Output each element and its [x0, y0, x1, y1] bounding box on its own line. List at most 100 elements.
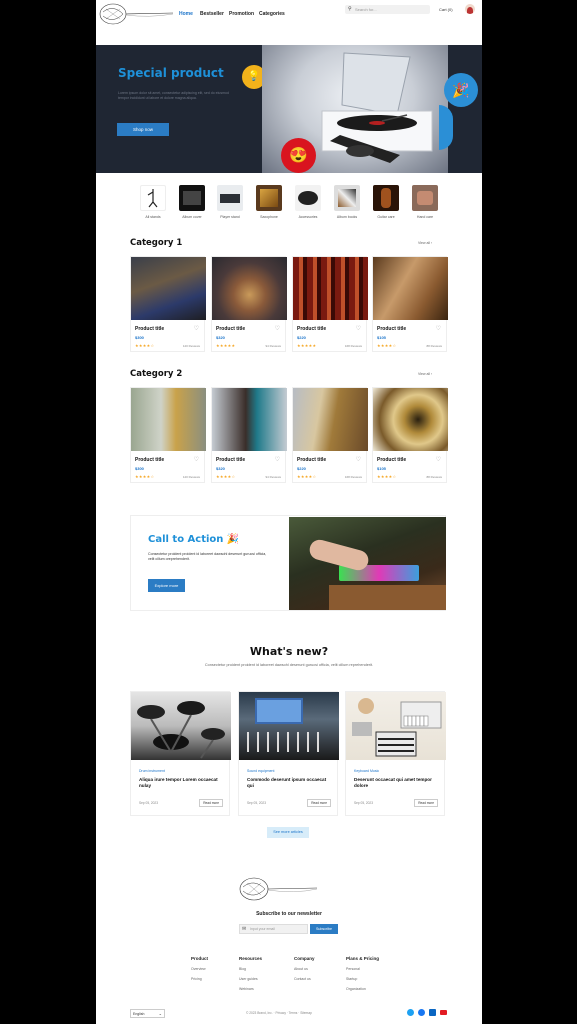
newsletter-email-field[interactable]: ✉ Input your email — [239, 924, 308, 934]
article-date: Sep 05, 2023 — [139, 801, 158, 805]
product-title[interactable]: Product title — [135, 326, 164, 332]
article-title[interactable]: Commodo deserunt ipsum occaecat qui — [247, 777, 332, 789]
nav-home[interactable]: Home — [179, 11, 193, 17]
cta-image — [289, 517, 446, 610]
footer-logo[interactable] — [239, 875, 319, 903]
linkedin-icon[interactable] — [429, 1009, 436, 1016]
rating-stars: ★★★★☆ — [297, 474, 317, 479]
product-title[interactable]: Product title — [377, 457, 406, 463]
rating-stars: ★★★★★ — [297, 343, 317, 348]
shop-now-button[interactable]: Shop now — [117, 123, 169, 136]
category-thumb[interactable] — [412, 185, 438, 211]
footer-link[interactable]: Organization — [346, 987, 379, 991]
footer-link[interactable]: Startup — [346, 977, 379, 981]
youtube-icon[interactable] — [440, 1010, 447, 1015]
heart-icon[interactable]: ♡ — [275, 456, 280, 463]
category-label[interactable]: All stands — [135, 215, 171, 219]
category-label[interactable]: Album cover — [174, 215, 210, 219]
cart-link[interactable]: Cart (0) — [439, 7, 453, 12]
heart-icon[interactable]: ♡ — [356, 456, 361, 463]
product-title[interactable]: Product title — [377, 326, 406, 332]
product-title[interactable]: Product title — [135, 457, 164, 463]
article-tag[interactable]: Keyboard Music — [354, 769, 379, 773]
footer-link[interactable]: Contact us — [294, 977, 315, 981]
article-tag[interactable]: Sound equipment — [247, 769, 274, 773]
category-thumb[interactable] — [179, 185, 205, 211]
product-card[interactable]: Product title ♡ $220 ★★★★☆ 168 Reviews — [292, 387, 368, 483]
nav-promotion[interactable]: Promotion — [229, 11, 254, 17]
footer-link[interactable]: About us — [294, 967, 315, 971]
subscribe-button[interactable]: Subscribe — [310, 924, 338, 934]
hero-banner: Special product Lorem ipsum dolor sit am… — [96, 45, 482, 173]
product-card[interactable]: Product title ♡ $300 ★★★★☆ 120 Reviews — [130, 256, 206, 352]
nav-bestseller[interactable]: Bestseller — [200, 11, 224, 17]
footer-link[interactable]: Webinars — [239, 987, 262, 991]
see-more-articles-button[interactable]: See more articles — [267, 827, 309, 838]
article-card[interactable]: Drum instrument Aliqua irure tempor Lore… — [130, 691, 231, 816]
read-more-button[interactable]: Read more — [307, 799, 331, 807]
product-card[interactable]: Product title ♡ $105 ★★★★☆ 88 Reviews — [372, 387, 448, 483]
footer-link[interactable]: Overview — [191, 967, 208, 971]
heart-icon[interactable]: ♡ — [356, 325, 361, 332]
article-card[interactable]: Keyboard Music Deserunt occaecat qui ame… — [345, 691, 446, 816]
footer-link[interactable]: Blog — [239, 967, 262, 971]
language-select[interactable]: English ⌄ — [130, 1009, 165, 1018]
footer-link[interactable]: Pricing — [191, 977, 208, 981]
search-box[interactable]: ⚲ Search for... — [345, 5, 430, 14]
email-input[interactable]: Input your email — [250, 927, 275, 931]
product-title[interactable]: Product title — [216, 326, 245, 332]
category1-view-all[interactable]: View all › — [418, 241, 432, 245]
category-label[interactable]: Player stand — [212, 215, 248, 219]
product-title[interactable]: Product title — [297, 457, 326, 463]
twitter-icon[interactable] — [407, 1009, 414, 1016]
category2-view-all[interactable]: View all › — [418, 372, 432, 376]
category-thumb[interactable] — [217, 185, 243, 211]
heart-icon[interactable]: ♡ — [194, 456, 199, 463]
article-title[interactable]: Deserunt occaecat qui amet tempor dolore — [354, 777, 439, 789]
product-price: $300 — [135, 335, 144, 340]
product-card[interactable]: Product title ♡ $105 ★★★★☆ 88 Reviews — [372, 256, 448, 352]
nav-categories[interactable]: Categories — [259, 11, 285, 17]
search-input[interactable]: Search for... — [355, 7, 377, 12]
product-price: $220 — [297, 466, 306, 471]
product-card[interactable]: Product title ♡ $300 ★★★★☆ 120 Reviews — [130, 387, 206, 483]
heart-eyes-icon: 😍 — [281, 138, 316, 173]
article-tag[interactable]: Drum instrument — [139, 769, 165, 773]
category-label[interactable]: Saxophone — [251, 215, 287, 219]
avatar[interactable] — [465, 4, 475, 14]
heart-icon[interactable]: ♡ — [194, 325, 199, 332]
cta-title: Call to Action 🎉 — [148, 534, 240, 545]
heart-icon[interactable]: ♡ — [436, 456, 441, 463]
read-more-button[interactable]: Read more — [414, 799, 438, 807]
category-thumb[interactable] — [256, 185, 282, 211]
logo[interactable] — [99, 2, 175, 26]
category-thumb[interactable] — [373, 185, 399, 211]
footer-col-company: Company About us Contact us — [294, 956, 315, 987]
category-label[interactable]: Accessories — [290, 215, 326, 219]
footer-col-resources: Resources Blog User guides Webinars — [239, 956, 262, 997]
product-card[interactable]: Product title ♡ $320 ★★★★★ 94 Reviews — [211, 256, 287, 352]
category-label[interactable]: Guitar care — [368, 215, 404, 219]
footer-link[interactable]: User guides — [239, 977, 262, 981]
heart-icon[interactable]: ♡ — [436, 325, 441, 332]
product-card[interactable]: Product title ♡ $320 ★★★★☆ 94 Reviews — [211, 387, 287, 483]
category-label[interactable]: Album books — [329, 215, 365, 219]
product-card[interactable]: Product title ♡ $220 ★★★★★ 168 Reviews — [292, 256, 368, 352]
category-label[interactable]: Hand care — [407, 215, 443, 219]
review-count: 94 Reviews — [265, 344, 281, 348]
category-thumb[interactable] — [295, 185, 321, 211]
footer-link[interactable]: Personal — [346, 967, 379, 971]
facebook-icon[interactable] — [418, 1009, 425, 1016]
explore-more-button[interactable]: Explore more — [148, 579, 185, 592]
heart-icon[interactable]: ♡ — [275, 325, 280, 332]
product-title[interactable]: Product title — [216, 457, 245, 463]
footer-col-title: Plans & Pricing — [346, 956, 380, 961]
article-title[interactable]: Aliqua irure tempor Lorem occaecat nulay — [139, 777, 224, 789]
review-count: 94 Reviews — [265, 475, 281, 479]
read-more-button[interactable]: Read more — [199, 799, 223, 807]
article-card[interactable]: Sound equipment Commodo deserunt ipsum o… — [238, 691, 339, 816]
product-title[interactable]: Product title — [297, 326, 326, 332]
whats-new-subtitle: Consectetur proident proident id laboree… — [204, 663, 374, 667]
category-thumb[interactable] — [334, 185, 360, 211]
category-thumb[interactable] — [140, 185, 166, 211]
